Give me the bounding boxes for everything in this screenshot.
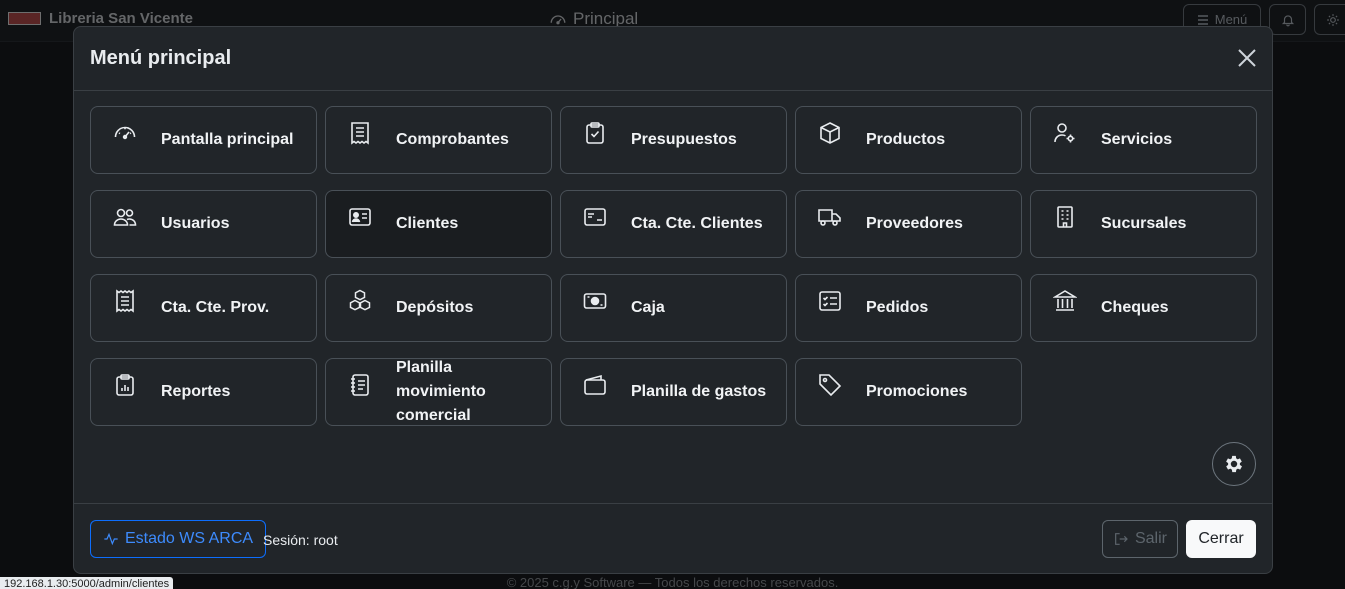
tile-label: Presupuestos [631,131,737,148]
clipboard-data-icon [111,373,139,397]
cash-icon [581,289,609,313]
tile-label: Cheques [1101,299,1169,316]
bank-icon [1051,289,1079,313]
tile-cta-cte-clientes[interactable]: Cta. Cte. Clientes [560,190,787,258]
tile-productos[interactable]: Productos [795,106,1022,174]
tile-pedidos[interactable]: Pedidos [795,274,1022,342]
gear-icon [1226,455,1242,473]
tile-servicios[interactable]: Servicios [1030,106,1257,174]
tile-label: Planilla de gastos [631,383,767,400]
modal-body: Pantalla principal Comprobantes Presupue… [74,91,1272,503]
tile-planilla-de-gastos[interactable]: Planilla de gastos [560,358,787,426]
tile-label: Comprobantes [396,131,509,148]
activity-icon [104,532,118,546]
tile-depositos[interactable]: Depósitos [325,274,552,342]
tile-label: Planilla movimiento comercial [396,359,486,424]
modal-title: Menú principal [90,47,232,69]
tile-label: Cta. Cte. Clientes [631,215,763,232]
tile-pantalla-principal[interactable]: Pantalla principal [90,106,317,174]
logout-label: Salir [1134,530,1167,547]
tile-caja[interactable]: Caja [560,274,787,342]
tile-presupuestos[interactable]: Presupuestos [560,106,787,174]
logout-button[interactable]: Salir [1102,520,1178,558]
modal-footer: Estado WS ARCA Sesión: root Salir Cerrar [74,503,1272,573]
receipt-cutoff-icon [111,289,139,313]
main-menu-modal: Menú principal Pantalla principal Compro… [73,26,1273,574]
journal-text-icon [346,373,374,397]
tile-label: Reportes [161,383,231,400]
tile-label: Pedidos [866,299,929,316]
tile-label: Depósitos [396,299,474,316]
box-icon [816,121,844,145]
person-vcard-icon [346,205,374,229]
logout-icon [1115,533,1128,545]
tile-sucursales[interactable]: Sucursales [1030,190,1257,258]
speedometer-icon [111,121,139,145]
ws-status-label: Estado WS ARCA [125,530,254,547]
truck-icon [816,205,844,229]
card-checklist-icon [816,289,844,313]
receipt-icon [346,121,374,145]
tile-label: Pantalla principal [161,131,294,148]
tile-proveedores[interactable]: Proveedores [795,190,1022,258]
tile-clientes[interactable]: Clientes [325,190,552,258]
tile-cta-cte-prov[interactable]: Cta. Cte. Prov. [90,274,317,342]
tile-label: Cta. Cte. Prov. [161,299,270,316]
wallet-icon [581,373,609,397]
person-gear-icon [1051,121,1079,145]
modal-header: Menú principal [74,27,1272,91]
cerrar-button[interactable]: Cerrar [1186,520,1256,558]
session-info: Sesión: root [263,532,338,548]
tile-label: Servicios [1101,131,1173,148]
tile-usuarios[interactable]: Usuarios [90,190,317,258]
clipboard-check-icon [581,121,609,145]
tile-label: Caja [631,299,665,316]
tile-promociones[interactable]: Promociones [795,358,1022,426]
close-button[interactable] [1236,47,1258,69]
tile-label: Clientes [396,215,459,232]
tile-label: Promociones [866,383,968,400]
settings-button[interactable] [1212,442,1256,486]
tile-label: Sucursales [1101,215,1187,232]
credit-card-icon [581,205,609,229]
tile-comprobantes[interactable]: Comprobantes [325,106,552,174]
tag-icon [816,373,844,397]
tile-label: Usuarios [161,215,230,232]
tile-label: Proveedores [866,215,963,232]
tile-cheques[interactable]: Cheques [1030,274,1257,342]
tile-reportes[interactable]: Reportes [90,358,317,426]
tile-label: Productos [866,131,946,148]
ws-status-button[interactable]: Estado WS ARCA [90,520,267,558]
status-bar-url: 192.168.1.30:5000/admin/clientes [0,577,174,589]
close-icon [1238,49,1256,67]
people-icon [111,205,139,229]
boxes-icon [346,289,374,313]
building-icon [1051,205,1079,229]
menu-grid: Pantalla principal Comprobantes Presupue… [90,106,1257,426]
tile-planilla-movimiento-comercial[interactable]: Planilla movimiento comercial [325,358,552,426]
